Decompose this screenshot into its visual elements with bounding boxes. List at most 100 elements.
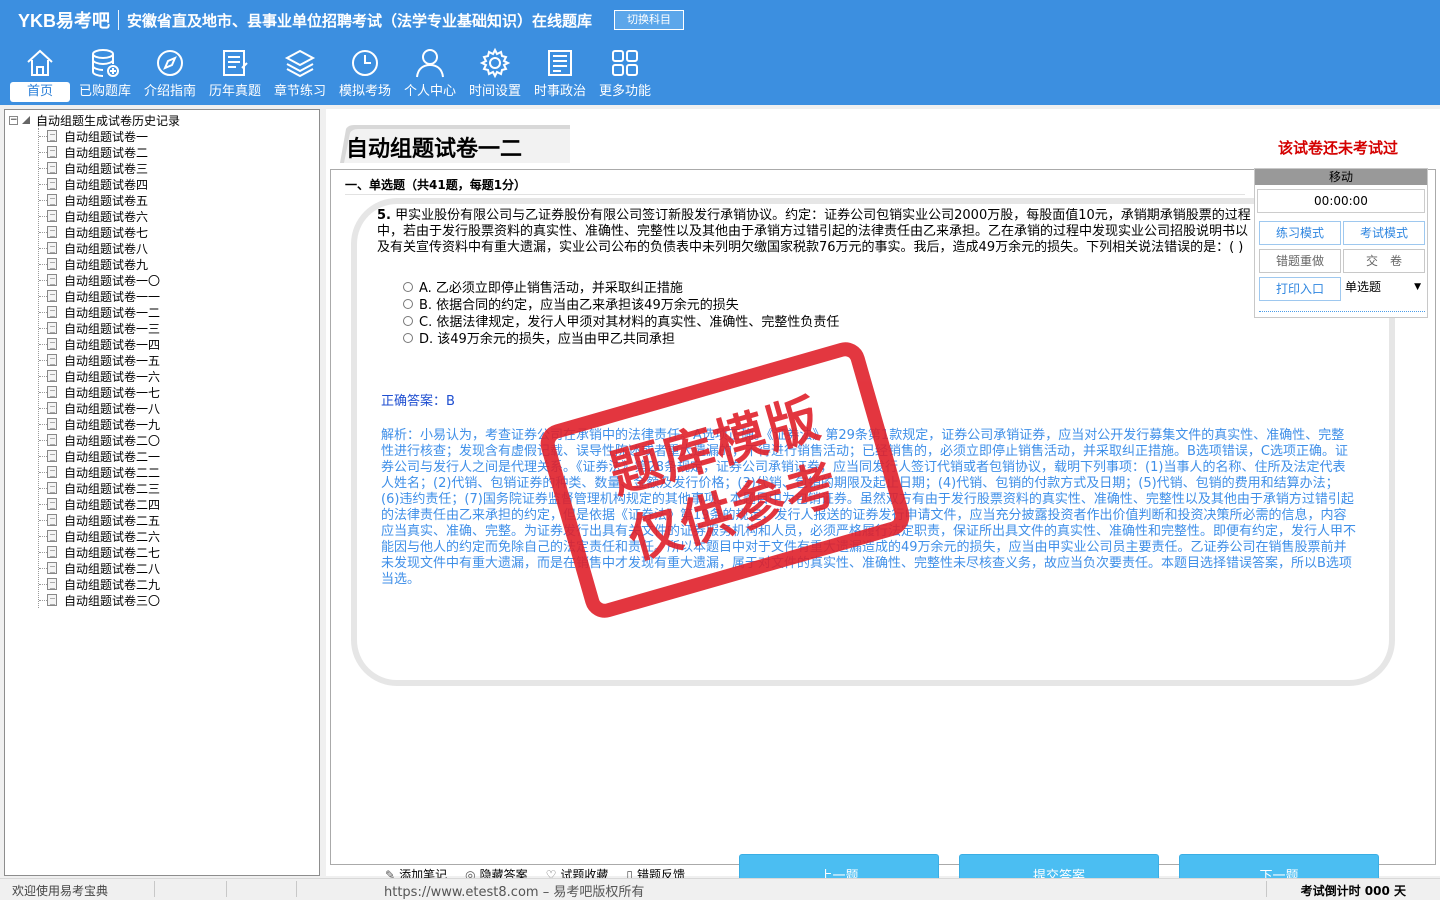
document-icon xyxy=(47,338,57,350)
nav-home[interactable]: 首页 xyxy=(8,46,72,102)
nav-chapter-practice[interactable]: 章节练习 xyxy=(268,46,332,102)
tree-item[interactable]: 自动组题试卷七 xyxy=(33,224,160,240)
document-icon xyxy=(47,162,57,174)
nav-past-exams[interactable]: 历年真题 xyxy=(203,46,267,102)
tree-item-label: 自动组题试卷一六 xyxy=(64,369,161,384)
option-b[interactable]: B. 依据合同的约定，应当由乙来承担该49万余元的损失 xyxy=(403,295,839,313)
analysis-text: 解析：小易认为，考查证券公司在承销中的法律责任。A选项正确。《证券法》第29条第… xyxy=(381,428,1357,587)
nav-mock-exam[interactable]: 模拟考场 xyxy=(333,46,397,102)
tree-item[interactable]: 自动组题试卷五 xyxy=(33,192,160,208)
radio-icon[interactable] xyxy=(403,298,413,309)
tree-item[interactable]: 自动组题试卷一五 xyxy=(33,352,160,368)
nav-label: 更多功能 xyxy=(598,84,651,99)
tree-item[interactable]: 自动组题试卷二九 xyxy=(33,576,160,592)
answer-label: 正确答案： xyxy=(381,394,447,409)
tree-item[interactable]: 自动组题试卷四 xyxy=(33,176,160,192)
tree-item[interactable]: 自动组题试卷六 xyxy=(33,208,160,224)
nav-label: 首页 xyxy=(10,82,70,102)
tree-item[interactable]: 自动组题试卷八 xyxy=(33,240,160,256)
tree-item[interactable]: 自动组题试卷一四 xyxy=(33,336,160,352)
tree-item[interactable]: 自动组题试卷一六 xyxy=(33,368,160,384)
option-list: A. 乙必须立即停止销售活动，并采取纠正措施 B. 依据合同的约定，应当由乙来承… xyxy=(403,278,839,347)
tree-item[interactable]: 自动组题试卷二〇 xyxy=(33,432,160,448)
tree-item-label: 自动组题试卷二八 xyxy=(64,561,161,576)
nav-label: 个人中心 xyxy=(403,84,456,99)
nav-purchased[interactable]: 已购题库 xyxy=(73,46,137,102)
nav-current-affairs[interactable]: 时事政治 xyxy=(528,46,592,102)
status-divider xyxy=(296,881,297,897)
nav-time-settings[interactable]: 时间设置 xyxy=(463,46,527,102)
database-icon xyxy=(92,49,119,77)
nav-more[interactable]: 更多功能 xyxy=(593,46,657,102)
tree-item[interactable]: 自动组题试卷三 xyxy=(33,160,160,176)
document-icon xyxy=(47,194,57,206)
document-icon xyxy=(47,290,57,302)
tree-root[interactable]: − 自动组题生成试卷历史记录 xyxy=(9,112,180,128)
document-list-icon xyxy=(223,50,248,76)
welcome-text: 欢迎使用易考宝典 xyxy=(12,884,109,898)
option-d[interactable]: D. 该49万余元的损失，应当由甲乙共同承担 xyxy=(403,329,839,347)
document-icon xyxy=(47,354,57,366)
newspaper-icon xyxy=(548,50,572,76)
radio-icon[interactable] xyxy=(403,332,413,343)
nav-personal-center[interactable]: 个人中心 xyxy=(398,46,462,102)
tree-item[interactable]: 自动组题试卷二二 xyxy=(33,464,160,480)
option-c[interactable]: C. 依据法律规定，发行人甲须对其材料的真实性、准确性、完整性负责任 xyxy=(403,312,839,330)
tree-item[interactable]: 自动组题试卷一〇 xyxy=(33,272,160,288)
tree-item[interactable]: 自动组题试卷一二 xyxy=(33,304,160,320)
option-a[interactable]: A. 乙必须立即停止销售活动，并采取纠正措施 xyxy=(403,278,839,296)
exam-mode-button[interactable]: 考试模式 xyxy=(1343,221,1425,245)
hand-in-button[interactable]: 交 卷 xyxy=(1343,249,1425,273)
tree-item-label: 自动组题试卷一 xyxy=(64,129,149,144)
document-icon xyxy=(47,370,57,382)
switch-subject-button[interactable]: 切换科目 xyxy=(614,10,685,30)
dropdown-icon: ▼ xyxy=(1414,282,1421,292)
tree-item[interactable]: 自动组题试卷二三 xyxy=(33,480,160,496)
practice-mode-button[interactable]: 练习模式 xyxy=(1259,221,1341,245)
paper-title: 自动组题试卷一二 xyxy=(346,137,523,162)
tree-item[interactable]: 自动组题试卷二七 xyxy=(33,544,160,560)
tree-item[interactable]: 自动组题试卷二六 xyxy=(33,528,160,544)
document-icon xyxy=(47,434,57,446)
question-text: 5. 甲实业股份有限公司与乙证券股份有限公司签订新股发行承销协议。约定：证券公司… xyxy=(377,208,1257,274)
tree-item[interactable]: 自动组题试卷二 xyxy=(33,144,160,160)
document-icon xyxy=(47,450,57,462)
document-icon xyxy=(47,402,57,414)
print-button[interactable]: 打印入口 xyxy=(1259,277,1341,301)
timer-display: 00:00:00 xyxy=(1257,189,1425,213)
tree-item[interactable]: 自动组题试卷一七 xyxy=(33,384,160,400)
tree-item[interactable]: 自动组题试卷一三 xyxy=(33,320,160,336)
panel-drag-handle[interactable]: 移动 xyxy=(1255,169,1427,185)
collapse-icon[interactable]: − xyxy=(9,115,18,125)
document-icon xyxy=(47,322,57,334)
tree-item[interactable]: 自动组题试卷一九 xyxy=(33,416,160,432)
radio-icon[interactable] xyxy=(403,281,413,292)
title-divider xyxy=(118,10,120,30)
exam-control-panel: 移动 00:00:00 练习模式 考试模式 错题重做 交 卷 打印入口 单选题 … xyxy=(1254,168,1428,318)
grid-icon xyxy=(612,50,638,76)
tree-item[interactable]: 自动组题试卷三〇 xyxy=(33,592,160,608)
tree-item[interactable]: 自动组题试卷二四 xyxy=(33,496,160,512)
tree-item-label: 自动组题试卷二三 xyxy=(64,481,161,496)
document-icon xyxy=(47,178,57,190)
tree-item[interactable]: 自动组题试卷一 xyxy=(33,128,160,144)
redo-wrong-button[interactable]: 错题重做 xyxy=(1259,249,1341,273)
status-divider xyxy=(154,881,155,897)
tree-item-label: 自动组题试卷八 xyxy=(64,241,149,256)
tree-item[interactable]: 自动组题试卷一八 xyxy=(33,400,160,416)
tree-item[interactable]: 自动组题试卷一一 xyxy=(33,288,160,304)
tree-item-label: 自动组题试卷一九 xyxy=(64,417,161,432)
tree-item[interactable]: 自动组题试卷九 xyxy=(33,256,160,272)
main-nav: 首页 已购题库 介绍指南 历年真题 章节练习 模拟考场 个人中心 时间设置 时事… xyxy=(8,46,658,102)
answer-value: B xyxy=(446,394,455,409)
question-type-select[interactable]: 单选题 ▼ xyxy=(1343,277,1425,299)
document-icon xyxy=(47,306,57,318)
status-divider xyxy=(1266,881,1267,897)
nav-guide[interactable]: 介绍指南 xyxy=(138,46,202,102)
tree-item[interactable]: 自动组题试卷二八 xyxy=(33,560,160,576)
tree-item[interactable]: 自动组题试卷二一 xyxy=(33,448,160,464)
brand-logo: YKB易考吧 xyxy=(18,11,111,31)
radio-icon[interactable] xyxy=(403,315,413,326)
tree-item[interactable]: 自动组题试卷二五 xyxy=(33,512,160,528)
document-icon xyxy=(47,578,57,590)
